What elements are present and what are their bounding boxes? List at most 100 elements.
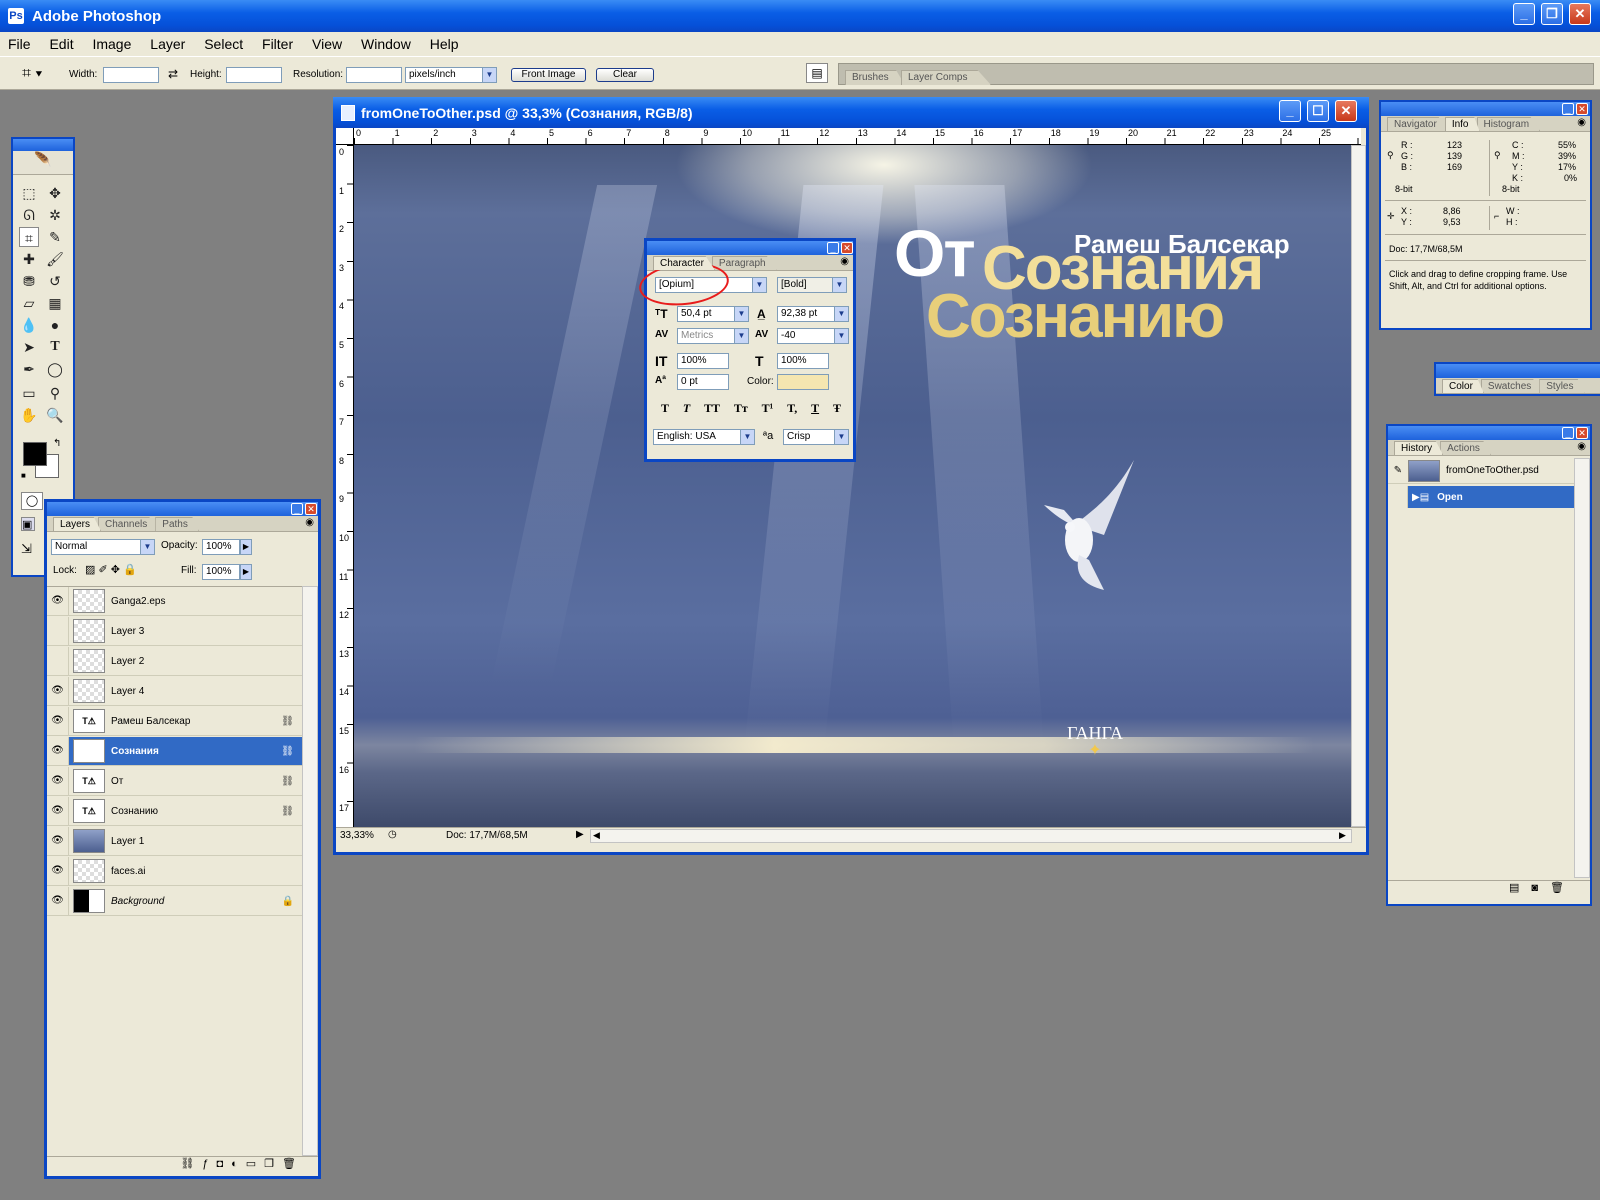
baseline-shift-input[interactable]: 0 pt — [677, 374, 729, 390]
history-step-row[interactable]: ▶▤ Open — [1388, 486, 1574, 508]
layer-row[interactable]: 👁 Layer 4 — [47, 677, 302, 706]
tab-histogram[interactable]: Histogram — [1476, 117, 1541, 131]
antialias-select[interactable]: Crisp ▼ — [783, 429, 849, 445]
slice-tool-icon[interactable]: ✎ — [45, 227, 65, 247]
front-image-button[interactable]: Front Image — [511, 68, 586, 82]
foreground-color-swatch[interactable] — [23, 442, 47, 466]
blend-mode-select[interactable]: Normal ▼ — [51, 539, 155, 555]
status-info-icon[interactable]: ◷ — [388, 829, 397, 840]
document-horizontal-scrollbar[interactable]: ◀ ▶ — [590, 829, 1352, 843]
text-color-swatch[interactable] — [777, 374, 829, 390]
width-input[interactable] — [103, 67, 159, 83]
notes-tool-icon[interactable]: ▭ — [19, 383, 39, 403]
layer-row[interactable]: 👁 T⚠ Сознания ⛓ — [47, 737, 302, 766]
tab-swatches[interactable]: Swatches — [1480, 379, 1543, 393]
path-selection-tool-icon[interactable]: ➤ — [19, 337, 39, 357]
doc-minimize-button[interactable]: _ — [1279, 100, 1301, 122]
visibility-eye-icon[interactable]: 👁 — [47, 827, 69, 855]
zoom-level[interactable]: 33,33% — [340, 830, 374, 841]
opacity-arrow-icon[interactable]: ▶ — [240, 539, 252, 555]
visibility-eye-icon[interactable] — [47, 617, 69, 645]
tab-history[interactable]: History — [1394, 441, 1444, 455]
visibility-eye-icon[interactable]: 👁 — [47, 797, 69, 825]
new-snapshot-icon[interactable]: ◙ — [1531, 882, 1550, 894]
visibility-eye-icon[interactable]: 👁 — [47, 677, 69, 705]
well-tab-layer-comps[interactable]: Layer Comps — [901, 70, 991, 85]
language-select[interactable]: English: USA ▼ — [653, 429, 755, 445]
tab-color[interactable]: Color — [1442, 379, 1484, 393]
layer-row[interactable]: 👁 faces.ai — [47, 857, 302, 886]
close-button[interactable]: ✕ — [1569, 3, 1591, 25]
menu-view[interactable]: View — [312, 36, 342, 52]
jump-to-imageready-icon[interactable]: ⇲ — [21, 541, 32, 557]
character-minimize-button[interactable]: _ — [827, 242, 839, 254]
menu-filter[interactable]: Filter — [262, 36, 293, 52]
visibility-eye-icon[interactable] — [47, 647, 69, 675]
link-layers-icon[interactable]: ⛓ — [180, 1158, 202, 1170]
screen-mode-icon[interactable]: ▣ — [21, 517, 35, 531]
height-input[interactable] — [226, 67, 282, 83]
lasso-tool-icon[interactable]: ᘏ — [19, 205, 39, 225]
new-document-icon[interactable]: ▤ — [1509, 882, 1531, 894]
vertical-scale-input[interactable]: 100% — [677, 353, 729, 369]
layer-row[interactable]: Layer 3 — [47, 617, 302, 646]
menu-window[interactable]: Window — [361, 36, 411, 52]
menu-file[interactable]: File — [8, 36, 31, 52]
maximize-button[interactable]: ❐ — [1541, 3, 1563, 25]
character-close-button[interactable]: ✕ — [841, 242, 853, 254]
horizontal-ruler[interactable]: 0 1 2 3 4 5 6 7 8 9 10 11 12 13 14 15 16 17 18 19 20 21 22 23 24… — [354, 128, 1361, 145]
layer-row[interactable]: 👁 T⚠ Рамеш Балсекар ⛓ — [47, 707, 302, 736]
trash-icon[interactable]: 🗑 — [1550, 882, 1576, 894]
scroll-right-icon[interactable]: ▶ — [1339, 830, 1346, 841]
strikethrough-button[interactable]: Ŧ — [833, 401, 841, 416]
layer-row[interactable]: 👁 T⚠ Сознанию ⛓ — [47, 797, 302, 826]
tab-paragraph[interactable]: Paragraph — [711, 256, 777, 270]
vertical-ruler[interactable]: 0 1 2 3 4 5 6 7 8 9 10 11 12 13 14 15 16 17 — [336, 145, 354, 827]
menu-edit[interactable]: Edit — [49, 36, 73, 52]
panel-menu-icon[interactable]: ◉ — [1577, 117, 1586, 128]
dodge-tool-icon[interactable]: ● — [45, 315, 65, 335]
character-panel-title-bar[interactable]: _ ✕ — [647, 241, 853, 255]
visibility-eye-icon[interactable]: 👁 — [47, 707, 69, 735]
add-mask-icon[interactable]: ◘ — [216, 1158, 231, 1170]
eraser-tool-icon[interactable]: ▱ — [19, 293, 39, 313]
toolbox-title[interactable] — [13, 139, 73, 151]
leading-input[interactable]: 92,38 pt ▼ — [777, 306, 849, 322]
swap-icon[interactable]: ⇄ — [168, 67, 178, 81]
tab-info[interactable]: Info — [1444, 117, 1480, 131]
tab-styles[interactable]: Styles — [1539, 379, 1585, 393]
underline-button[interactable]: T — [811, 401, 819, 416]
info-panel-title-bar[interactable]: _ ✕ — [1381, 102, 1590, 116]
faux-bold-button[interactable]: T — [661, 401, 669, 416]
layer-row[interactable]: 👁 Ganga2.eps — [47, 587, 302, 616]
kerning-select[interactable]: Metrics ▼ — [677, 328, 749, 344]
subscript-button[interactable]: T, — [787, 401, 797, 416]
layer-row[interactable]: 👁 Background 🔒 — [47, 887, 302, 916]
history-brush-tool-icon[interactable]: ↺ — [45, 271, 65, 291]
layer-style-icon[interactable]: ƒ — [202, 1158, 216, 1170]
tab-actions[interactable]: Actions — [1440, 441, 1491, 455]
tab-navigator[interactable]: Navigator — [1387, 117, 1448, 131]
font-size-input[interactable]: 50,4 pt ▼ — [677, 306, 749, 322]
eyedropper-tool-icon[interactable]: ⚲ — [45, 383, 65, 403]
visibility-eye-icon[interactable]: 👁 — [47, 887, 69, 915]
zoom-tool-icon[interactable]: 🔍 — [45, 405, 65, 425]
visibility-eye-icon[interactable]: 👁 — [47, 767, 69, 795]
layer-row[interactable]: Layer 2 — [47, 647, 302, 676]
font-style-select[interactable]: [Bold] ▼ — [777, 277, 847, 293]
panel-menu-icon[interactable]: ◉ — [305, 517, 314, 528]
history-close-button[interactable]: ✕ — [1576, 427, 1588, 439]
blur-tool-icon[interactable]: 💧 — [19, 315, 39, 335]
superscript-button[interactable]: T¹ — [762, 401, 774, 416]
swap-colors-icon[interactable]: ↰ — [53, 438, 61, 449]
tab-character[interactable]: Character — [653, 256, 715, 270]
layers-minimize-button[interactable]: _ — [291, 503, 303, 515]
move-tool-icon[interactable]: ✥ — [45, 183, 65, 203]
brush-tool-icon[interactable]: 🖌 — [45, 249, 65, 269]
scroll-left-icon[interactable]: ◀ — [593, 830, 600, 841]
snapshot-source-icon[interactable]: ✎ — [1388, 465, 1408, 476]
marquee-tool-icon[interactable]: ⬚ — [19, 183, 39, 203]
app-title-bar[interactable]: Ps Adobe Photoshop _ ❐ ✕ — [0, 0, 1600, 32]
resolution-units-select[interactable]: pixels/inch ▼ — [405, 67, 497, 83]
doc-close-button[interactable]: ✕ — [1335, 100, 1357, 122]
